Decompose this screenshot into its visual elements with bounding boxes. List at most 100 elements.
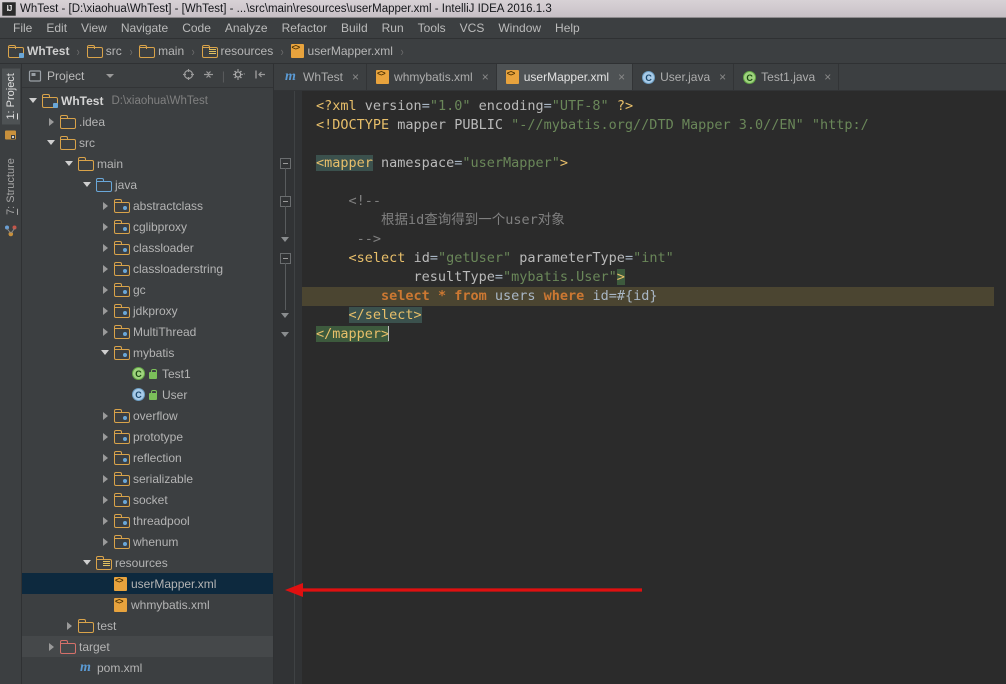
menu-vcs[interactable]: VCS (453, 19, 492, 37)
tree-item-classloader[interactable]: classloader (22, 237, 273, 258)
breadcrumb-item-resources[interactable]: resources (201, 44, 273, 58)
breadcrumb-item-whtest[interactable]: WhTest (8, 44, 69, 58)
tree-item-serializable[interactable]: serializable (22, 468, 273, 489)
chevron-right-icon[interactable] (100, 473, 111, 484)
tree-item-label: jdkproxy (133, 303, 178, 318)
tree-item-jdkproxy[interactable]: jdkproxy (22, 300, 273, 321)
close-icon[interactable]: × (618, 71, 625, 83)
menu-navigate[interactable]: Navigate (114, 19, 175, 37)
editor-tab-user-java[interactable]: C User.java × (633, 64, 735, 90)
code-editor[interactable]: <?xml version="1.0" encoding="UTF-8" ?> <… (302, 91, 994, 684)
tree-item-classloaderstring[interactable]: classloaderstring (22, 258, 273, 279)
editor-tab-test1-java[interactable]: C Test1.java × (734, 64, 840, 90)
collapse-all-icon[interactable] (202, 68, 215, 84)
editor-tab-usermapper-xml[interactable]: userMapper.xml × (496, 64, 634, 90)
navigation-breadcrumb-bar: WhTest › src › main › resources › userMapper.xml… (0, 39, 1006, 64)
close-icon[interactable]: × (482, 71, 489, 83)
chevron-right-icon[interactable] (100, 200, 111, 211)
editor-tab-whmybatis-xml[interactable]: whmybatis.xml × (367, 64, 497, 90)
chevron-right-icon[interactable] (46, 641, 57, 652)
chevron-right-icon[interactable] (100, 221, 111, 232)
breadcrumb-item-src[interactable]: src (86, 44, 122, 58)
menu-code[interactable]: Code (175, 19, 218, 37)
xml-file-icon (376, 70, 390, 84)
close-icon[interactable]: × (824, 71, 831, 83)
chevron-right-icon[interactable] (100, 284, 111, 295)
settings-gear-icon[interactable] (232, 68, 247, 84)
chevron-right-icon[interactable] (100, 263, 111, 274)
close-icon[interactable]: × (352, 71, 359, 83)
project-tree[interactable]: WhTest D:\xiaohua\WhTest .idea src main java a… (22, 88, 273, 684)
chevron-right-icon[interactable] (100, 431, 111, 442)
tree-item-main[interactable]: main (22, 153, 273, 174)
chevron-right-icon[interactable] (100, 494, 111, 505)
editor-gutter[interactable] (274, 91, 302, 684)
tree-item-src[interactable]: src (22, 132, 273, 153)
chevron-down-icon[interactable] (100, 347, 111, 358)
chevron-right-icon[interactable] (100, 305, 111, 316)
menu-view[interactable]: View (74, 19, 114, 37)
chevron-down-icon[interactable] (106, 73, 115, 78)
tree-item-prototype[interactable]: prototype (22, 426, 273, 447)
menu-file[interactable]: File (6, 19, 39, 37)
tree-item-test[interactable]: test (22, 615, 273, 636)
chevron-right-icon[interactable] (64, 620, 75, 631)
tree-item-cglibproxy[interactable]: cglibproxy (22, 216, 273, 237)
tree-item-threadpool[interactable]: threadpool (22, 510, 273, 531)
chevron-down-icon[interactable] (28, 95, 39, 106)
tree-item-test1[interactable]: C Test1 (22, 363, 273, 384)
menu-tools[interactable]: Tools (411, 19, 453, 37)
tree-item-reflection[interactable]: reflection (22, 447, 273, 468)
breadcrumb-item-usermapper-xml[interactable]: userMapper.xml (290, 44, 393, 58)
tree-item-gc[interactable]: gc (22, 279, 273, 300)
chevron-right-icon[interactable] (100, 410, 111, 421)
menu-edit[interactable]: Edit (39, 19, 74, 37)
tree-item-user[interactable]: C User (22, 384, 273, 405)
tree-item-java[interactable]: java (22, 174, 273, 195)
breadcrumb-item-main[interactable]: main (139, 44, 184, 58)
tree-item-usermapper.xml[interactable]: userMapper.xml (22, 573, 273, 594)
tree-item-whtest[interactable]: WhTest D:\xiaohua\WhTest (22, 90, 273, 111)
chevron-right-icon[interactable] (100, 452, 111, 463)
tool-window-button-structure[interactable]: 7: Structure (2, 153, 20, 220)
menu-build[interactable]: Build (334, 19, 375, 37)
chevron-right-icon[interactable] (46, 116, 57, 127)
chevron-down-icon[interactable] (46, 137, 57, 148)
chevron-right-icon[interactable] (100, 536, 111, 547)
tree-item-overflow[interactable]: overflow (22, 405, 273, 426)
menu-analyze[interactable]: Analyze (218, 19, 275, 37)
chevron-down-icon[interactable] (64, 158, 75, 169)
editor-scrollbar[interactable] (994, 91, 1006, 684)
tree-item-.idea[interactable]: .idea (22, 111, 273, 132)
locate-icon[interactable] (182, 68, 195, 84)
menu-window[interactable]: Window (491, 19, 548, 37)
chevron-down-icon[interactable] (82, 557, 93, 568)
tree-item-mybatis[interactable]: mybatis (22, 342, 273, 363)
hide-panel-icon[interactable] (254, 68, 267, 84)
tool-window-button-project[interactable]: 1: Project (1, 68, 20, 125)
chevron-right-icon[interactable] (100, 242, 111, 253)
close-icon[interactable]: × (719, 71, 726, 83)
tree-item-target[interactable]: target (22, 636, 273, 657)
tree-item-socket[interactable]: socket (22, 489, 273, 510)
code-fold-toggle[interactable] (280, 234, 291, 245)
code-line: </mapper> (316, 326, 390, 342)
chevron-down-icon[interactable] (82, 179, 93, 190)
tree-item-whenum[interactable]: whenum (22, 531, 273, 552)
chevron-right-icon[interactable] (100, 326, 111, 337)
code-fold-toggle[interactable] (280, 329, 291, 340)
tree-item-label: MultiThread (133, 324, 197, 339)
code-fold-toggle[interactable] (280, 310, 291, 321)
source-folder-icon (96, 178, 112, 192)
menu-help[interactable]: Help (548, 19, 587, 37)
menu-run[interactable]: Run (375, 19, 411, 37)
tree-item-resources[interactable]: resources (22, 552, 273, 573)
tree-item-abstractclass[interactable]: abstractclass (22, 195, 273, 216)
menu-refactor[interactable]: Refactor (275, 19, 334, 37)
tree-item-multithread[interactable]: MultiThread (22, 321, 273, 342)
folder-icon (139, 44, 156, 58)
editor-tab-whtest[interactable]: m WhTest × (274, 64, 368, 90)
tree-item-pom.xml[interactable]: m pom.xml (22, 657, 273, 678)
chevron-right-icon[interactable] (100, 515, 111, 526)
tree-item-whmybatis.xml[interactable]: whmybatis.xml (22, 594, 273, 615)
